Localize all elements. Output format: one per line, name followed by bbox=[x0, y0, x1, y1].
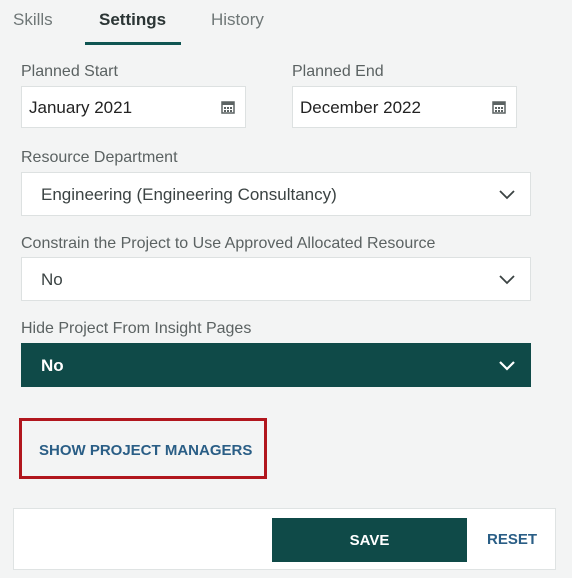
planned-start-field[interactable]: January 2021 bbox=[21, 86, 246, 128]
tab-bar: Skills Settings History bbox=[0, 0, 572, 46]
constrain-project-label: Constrain the Project to Use Approved Al… bbox=[21, 235, 436, 252]
planned-end-field[interactable]: December 2022 bbox=[292, 86, 517, 128]
tab-history[interactable]: History bbox=[211, 10, 264, 30]
calendar-icon[interactable] bbox=[492, 100, 506, 114]
planned-start-label: Planned Start bbox=[21, 63, 118, 80]
show-project-managers-link[interactable]: SHOW PROJECT MANAGERS bbox=[39, 442, 252, 459]
reset-button[interactable]: RESET bbox=[487, 531, 537, 548]
constrain-project-value: No bbox=[41, 270, 63, 289]
save-button[interactable]: SAVE bbox=[272, 518, 467, 562]
hide-project-label: Hide Project From Insight Pages bbox=[21, 320, 252, 337]
chevron-down-icon bbox=[499, 275, 515, 285]
chevron-down-icon bbox=[499, 190, 515, 200]
active-tab-indicator bbox=[85, 42, 181, 45]
hide-project-value: No bbox=[41, 356, 64, 375]
planned-end-label: Planned End bbox=[292, 63, 384, 80]
tab-skills[interactable]: Skills bbox=[13, 10, 53, 30]
chevron-down-icon bbox=[499, 361, 515, 371]
planned-start-value: January 2021 bbox=[29, 98, 133, 117]
tab-settings[interactable]: Settings bbox=[99, 10, 166, 30]
resource-department-value: Engineering (Engineering Consultancy) bbox=[41, 185, 337, 204]
calendar-icon[interactable] bbox=[221, 100, 235, 114]
hide-project-select[interactable]: No bbox=[21, 343, 531, 387]
form-footer: SAVE RESET bbox=[13, 508, 556, 570]
show-project-managers-highlight: SHOW PROJECT MANAGERS bbox=[19, 418, 267, 479]
planned-end-value: December 2022 bbox=[300, 98, 421, 117]
resource-department-label: Resource Department bbox=[21, 149, 178, 166]
constrain-project-select[interactable]: No bbox=[21, 257, 531, 301]
resource-department-select[interactable]: Engineering (Engineering Consultancy) bbox=[21, 172, 531, 216]
